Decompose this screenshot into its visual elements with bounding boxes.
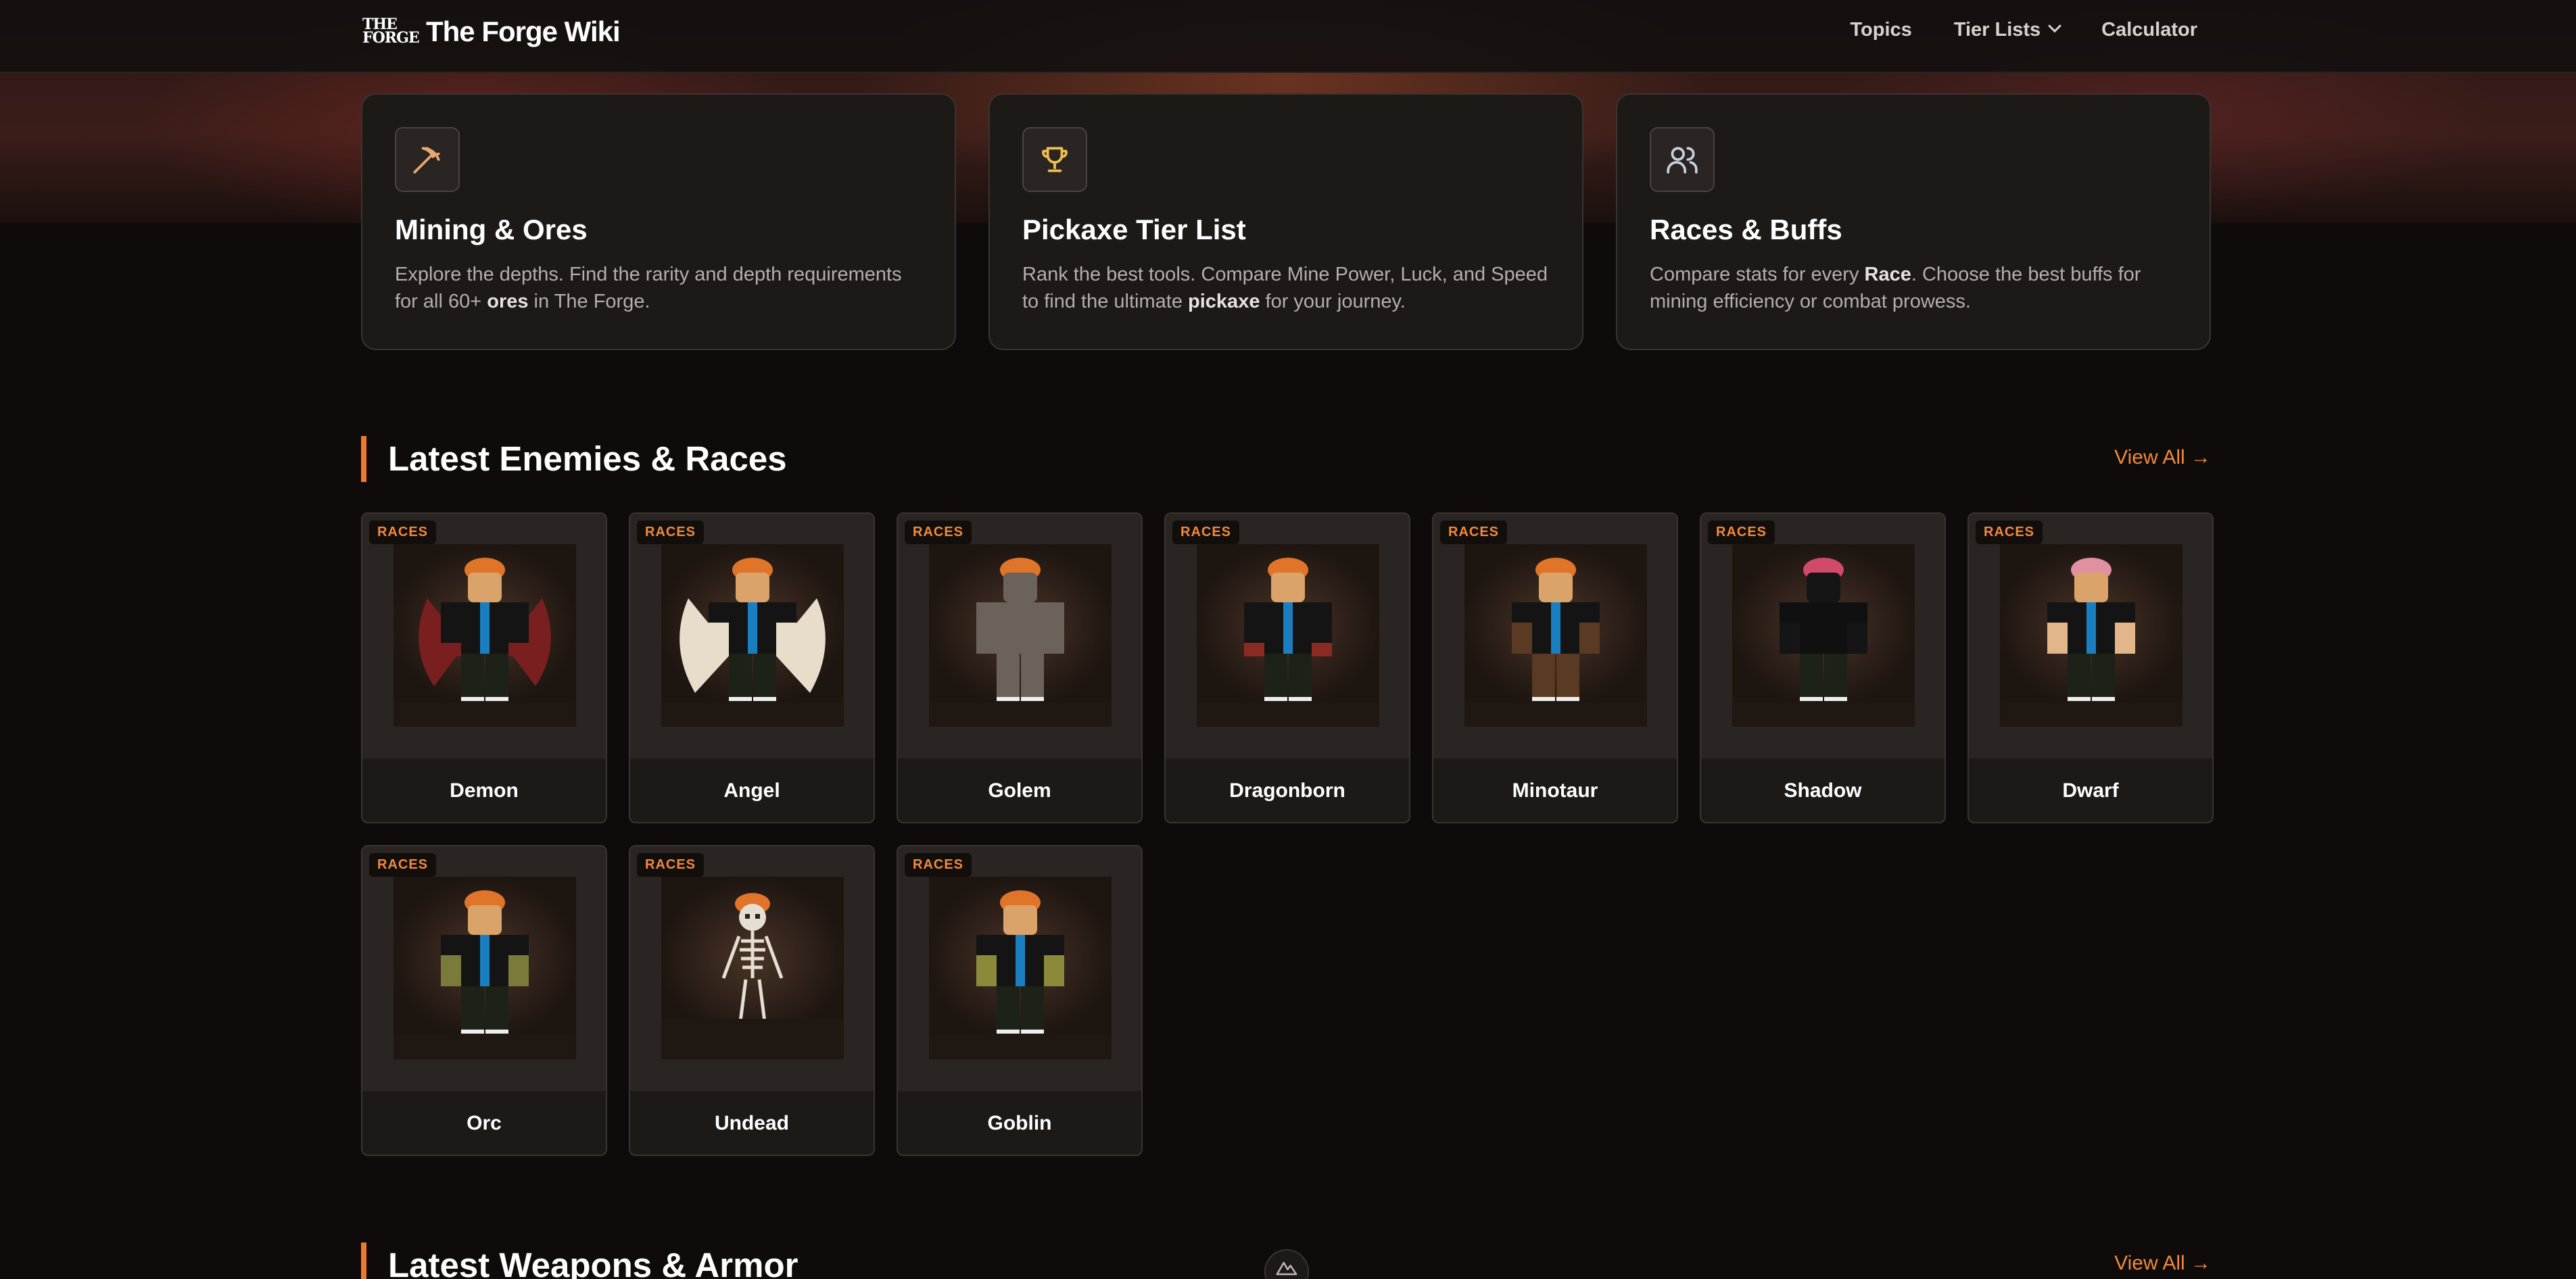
card-thumbnail [630, 514, 874, 758]
feature-desc: Compare stats for every Race. Choose the… [1650, 264, 2141, 312]
trophy-icon [1022, 127, 1087, 192]
mountain-icon [1276, 1261, 1297, 1276]
race-card[interactable]: RACES Demon [361, 512, 607, 823]
site-header: THE FORGE The Forge Wiki Topics Tier Lis… [0, 0, 2576, 73]
character-image [661, 893, 844, 1059]
card-name: Minotaur [1512, 779, 1598, 802]
logo-mark: THE FORGE [362, 15, 420, 49]
main-nav: Topics Tier Lists Calculator [1850, 0, 2197, 59]
view-all-weapons-link[interactable]: View All → [2114, 1252, 2211, 1275]
category-badge: RACES [905, 853, 972, 877]
card-thumbnail [1433, 514, 1677, 758]
card-name: Dragonborn [1229, 779, 1345, 802]
card-thumbnail [362, 514, 606, 758]
view-all-enemies-link[interactable]: View All → [2114, 446, 2211, 469]
character-image [929, 890, 1112, 1059]
category-badge: RACES [1708, 521, 1775, 544]
race-card[interactable]: RACES Angel [629, 512, 875, 823]
character-image [661, 558, 844, 727]
nav-calculator[interactable]: Calculator [2101, 19, 2197, 41]
card-image-frame [1464, 544, 1647, 727]
card-image-frame [393, 877, 576, 1059]
card-image-frame [929, 544, 1112, 727]
logo-mark-line2: FORGE [362, 29, 420, 47]
users-icon [1650, 127, 1715, 192]
race-card[interactable]: RACES Undead [629, 845, 875, 1156]
chevron-down-icon [2048, 19, 2062, 33]
category-badge: RACES [1172, 521, 1240, 544]
character-image [393, 558, 576, 727]
feature-desc: Rank the best tools. Compare Mine Power,… [1022, 264, 1548, 312]
feature-card-pickaxe-tier[interactable]: Pickaxe Tier List Rank the best tools. C… [988, 93, 1583, 350]
category-badge: RACES [369, 853, 437, 877]
race-card[interactable]: RACES Minotaur [1432, 512, 1678, 823]
race-card[interactable]: RACES Goblin [897, 845, 1143, 1156]
card-image-frame [1732, 544, 1915, 727]
card-image-frame [661, 877, 844, 1059]
category-badge: RACES [905, 521, 972, 544]
card-thumbnail [898, 514, 1141, 758]
site-logo[interactable]: THE FORGE The Forge Wiki [362, 15, 621, 49]
character-image [393, 890, 576, 1059]
card-name: Shadow [1784, 779, 1862, 802]
nav-tier-lists[interactable]: Tier Lists [1953, 18, 2062, 41]
pickaxe-icon [395, 127, 460, 192]
card-thumbnail [1166, 514, 1409, 758]
card-thumbnail [898, 846, 1141, 1091]
race-card[interactable]: RACES Golem [897, 512, 1143, 823]
card-thumbnail [1701, 514, 1945, 758]
race-card[interactable]: RACES Dwarf [1967, 512, 2214, 823]
race-card[interactable]: RACES Orc [361, 845, 607, 1156]
section-title-weapons: Latest Weapons & Armor [361, 1242, 798, 1279]
feature-title: Pickaxe Tier List [1022, 214, 1246, 245]
card-name: Undead [714, 1112, 789, 1134]
feature-title: Races & Buffs [1650, 214, 1842, 245]
site-title: The Forge Wiki [426, 16, 621, 47]
nav-topics[interactable]: Topics [1850, 19, 1911, 41]
category-badge: RACES [637, 521, 705, 544]
card-image-frame [393, 544, 576, 727]
card-thumbnail [362, 846, 606, 1091]
category-badge: RACES [369, 521, 437, 544]
card-name: Angel [723, 779, 780, 802]
card-name: Dwarf [2062, 779, 2119, 802]
character-image [2000, 558, 2183, 727]
feature-card-mining[interactable]: Mining & Ores Explore the depths. Find t… [361, 93, 956, 350]
section-title-enemies: Latest Enemies & Races [361, 436, 787, 482]
category-badge: RACES [1976, 521, 2043, 544]
card-name: Demon [450, 779, 519, 802]
card-name: Golem [988, 779, 1051, 802]
card-name: Goblin [987, 1112, 1052, 1134]
feature-card-races[interactable]: Races & Buffs Compare stats for every Ra… [1616, 93, 2211, 350]
character-image [1197, 558, 1379, 727]
scroll-top-button[interactable] [1264, 1249, 1309, 1279]
race-card[interactable]: RACES Dragonborn [1164, 512, 1410, 823]
race-card[interactable]: RACES Shadow [1700, 512, 1946, 823]
card-thumbnail [1969, 514, 2212, 758]
card-image-frame [2000, 544, 2183, 727]
card-image-frame [661, 544, 844, 727]
character-image [929, 558, 1112, 727]
card-image-frame [1197, 544, 1379, 727]
card-image-frame [929, 877, 1112, 1059]
feature-desc: Explore the depths. Find the rarity and … [395, 264, 902, 312]
category-badge: RACES [637, 853, 705, 877]
card-name: Orc [467, 1112, 502, 1134]
character-image [1732, 558, 1915, 727]
category-badge: RACES [1440, 521, 1508, 544]
character-image [1464, 558, 1647, 727]
card-thumbnail [630, 846, 874, 1091]
feature-title: Mining & Ores [395, 214, 588, 245]
nav-tier-lists-label: Tier Lists [1953, 18, 2041, 41]
